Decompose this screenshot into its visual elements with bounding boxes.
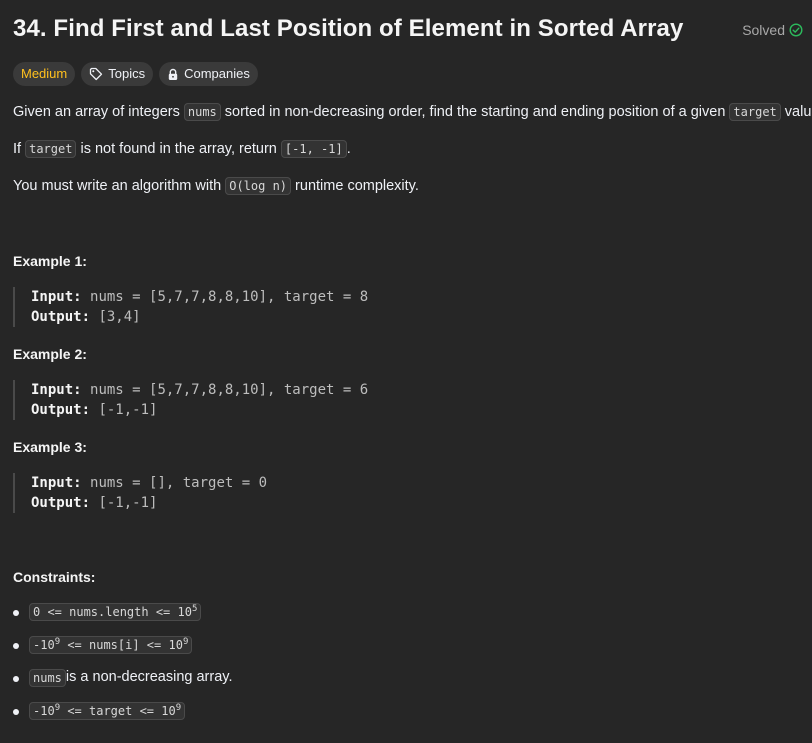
constraint-code-text: 0 <= nums.length <= 10 (33, 605, 192, 619)
constraint-code: 0 <= nums.length <= 105 (29, 603, 202, 621)
topics-label: Topics (108, 66, 146, 81)
description-paragraph-3: You must write an algorithm with O(log n… (13, 177, 419, 195)
output-value: [3,4] (98, 309, 141, 325)
tag-row: Medium Topics Companies (13, 62, 258, 86)
solved-label: Solved (742, 22, 785, 38)
example-2-block: Input: nums = [5,7,7,8,8,10], target = 6… (13, 380, 368, 420)
problem-description-panel: 34. Find First and Last Position of Elem… (0, 0, 812, 743)
constraint-code-text: -10 (33, 704, 55, 718)
example-output-row: Output: [-1,-1] (31, 493, 267, 513)
companies-button[interactable]: Companies (159, 62, 258, 86)
topics-button[interactable]: Topics (81, 62, 154, 86)
constraint-text: is a non-decreasing array. (65, 669, 233, 685)
constraint-item: 0 <= nums.length <= 105 (13, 603, 232, 636)
output-value: [-1,-1] (98, 495, 158, 511)
description-text: Given an array of integers (13, 104, 184, 120)
constraint-item: -109 <= nums[i] <= 109 (13, 636, 232, 669)
constraint-code: -109 <= nums[i] <= 109 (29, 636, 193, 654)
inline-code: [-1, -1] (280, 140, 347, 158)
description-text: is not found in the array, return (76, 141, 281, 157)
input-label: Input: (31, 382, 82, 398)
example-1-title: Example 1: (13, 253, 87, 269)
constraint-code-text: <= nums[i] <= 10 (60, 638, 183, 652)
input-value: nums = [5,7,7,8,8,10], target = 6 (90, 382, 369, 398)
description-text: value. (784, 104, 812, 120)
example-2-title: Example 2: (13, 346, 87, 362)
example-input-row: Input: nums = [5,7,7,8,8,10], target = 8 (31, 287, 368, 307)
constraint-code-text: -10 (33, 638, 55, 652)
example-output-row: Output: [-1,-1] (31, 400, 368, 420)
description-text: If (13, 141, 26, 157)
example-1-block: Input: nums = [5,7,7,8,8,10], target = 8… (13, 287, 368, 327)
output-label: Output: (31, 495, 91, 511)
output-label: Output: (31, 402, 91, 418)
description-text: You must write an algorithm with (13, 178, 226, 194)
input-label: Input: (31, 475, 82, 491)
superscript: 9 (175, 703, 182, 713)
example-3-title: Example 3: (13, 439, 87, 455)
output-label: Output: (31, 309, 91, 325)
difficulty-label: Medium (21, 66, 68, 81)
description-text: runtime complexity. (291, 178, 419, 194)
lock-icon (167, 68, 179, 81)
description-text: sorted in non-decreasing order, find the… (220, 104, 730, 120)
description-paragraph-1: Given an array of integers nums sorted i… (13, 103, 812, 121)
inline-code: target (729, 103, 781, 121)
input-label: Input: (31, 289, 82, 305)
inline-code: nums (183, 103, 221, 121)
constraints-title: Constraints: (13, 569, 96, 585)
tag-icon (89, 67, 103, 81)
problem-title[interactable]: 34. Find First and Last Position of Elem… (13, 15, 683, 43)
description-paragraph-2: If target is not found in the array, ret… (13, 140, 351, 158)
constraints-list: 0 <= nums.length <= 105 -10 9 <= nums[i] … (13, 603, 232, 735)
constraint-code: -109 <= target <= 109 (29, 702, 186, 720)
input-value: nums = [], target = 0 (90, 475, 268, 491)
superscript: 5 (191, 604, 198, 614)
superscript: 9 (182, 637, 189, 647)
input-value: nums = [5,7,7,8,8,10], target = 8 (90, 289, 369, 305)
companies-label: Companies (184, 66, 250, 81)
inline-code: O(log n) (225, 177, 292, 195)
example-input-row: Input: nums = [], target = 0 (31, 473, 267, 493)
constraint-code-text: <= target <= 10 (60, 704, 176, 718)
inline-code: target (25, 140, 77, 158)
example-input-row: Input: nums = [5,7,7,8,8,10], target = 6 (31, 380, 368, 400)
check-circle-icon (789, 23, 803, 37)
description-text: . (346, 141, 351, 157)
example-output-row: Output: [3,4] (31, 307, 368, 327)
output-value: [-1,-1] (98, 402, 158, 418)
constraint-code: nums (29, 669, 66, 687)
constraint-item: nums is a non-decreasing array. (13, 669, 232, 702)
solved-status: Solved (742, 22, 803, 38)
example-3-block: Input: nums = [], target = 0 Output: [-1… (13, 473, 267, 513)
difficulty-badge: Medium (13, 62, 76, 86)
constraint-item: -109 <= target <= 109 (13, 702, 232, 735)
